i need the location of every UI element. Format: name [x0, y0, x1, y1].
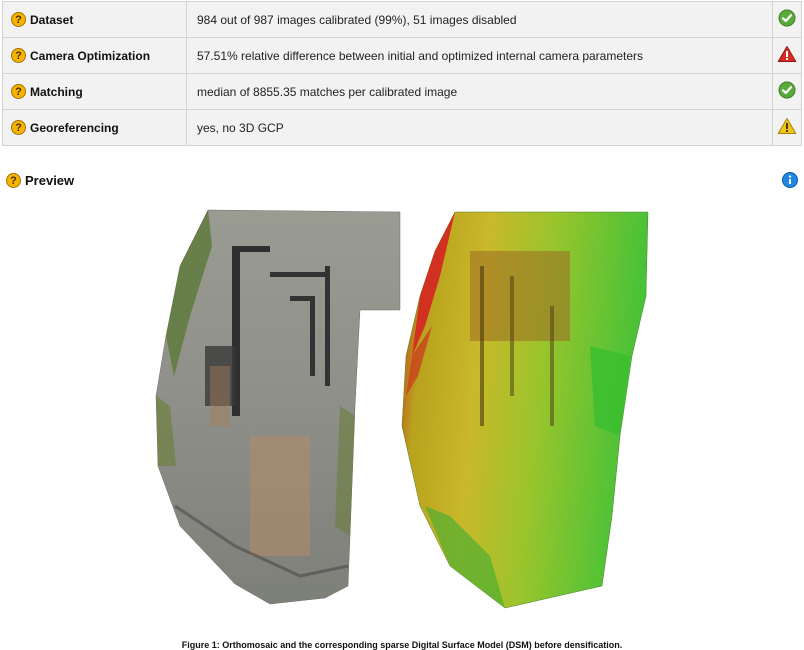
table-row: ? Dataset 984 out of 987 images calibrate…	[2, 1, 802, 38]
help-icon[interactable]: ?	[11, 120, 26, 136]
orthomosaic-image	[155, 209, 401, 605]
sparse-dsm-image	[401, 211, 649, 609]
status-cell	[772, 1, 802, 38]
preview-figure	[155, 209, 649, 609]
quality-check-table: ? Dataset 984 out of 987 images calibrate…	[2, 1, 802, 146]
row-label: Dataset	[30, 12, 74, 27]
warning-triangle-icon	[777, 118, 797, 134]
preview-section-title: ? Preview	[6, 172, 75, 189]
table-row: ? Camera Optimization 57.51% relative dif…	[2, 37, 802, 74]
preview-title: Preview	[25, 173, 75, 189]
row-description: yes, no 3D GCP	[186, 109, 773, 146]
table-row: ? Georeferencing yes, no 3D GCP	[2, 109, 802, 146]
row-label-cell: ? Georeferencing	[2, 109, 187, 146]
figure-caption: Figure 1: Orthomosaic and the correspond…	[181, 640, 623, 650]
info-icon[interactable]	[782, 172, 798, 188]
status-cell	[772, 73, 802, 110]
row-description: 984 out of 987 images calibrated (99%), …	[186, 1, 773, 38]
check-circle-icon	[778, 9, 796, 27]
row-label-cell: ? Camera Optimization	[2, 37, 187, 74]
row-label: Georeferencing	[30, 120, 119, 135]
help-icon[interactable]: ?	[11, 12, 26, 28]
help-icon[interactable]: ?	[6, 173, 21, 189]
help-icon[interactable]: ?	[11, 84, 26, 100]
table-row: ? Matching median of 8855.35 matches per …	[2, 73, 802, 110]
error-triangle-icon	[777, 46, 797, 62]
row-description: 57.51% relative difference between initi…	[186, 37, 773, 74]
status-cell	[772, 109, 802, 146]
row-label-cell: ? Matching	[2, 73, 187, 110]
help-icon[interactable]: ?	[11, 48, 26, 64]
check-circle-icon	[778, 81, 796, 99]
row-label-cell: ? Dataset	[2, 1, 187, 38]
row-label: Matching	[30, 84, 83, 99]
status-cell	[772, 37, 802, 74]
row-description: median of 8855.35 matches per calibrated…	[186, 73, 773, 110]
row-label: Camera Optimization	[30, 48, 151, 63]
